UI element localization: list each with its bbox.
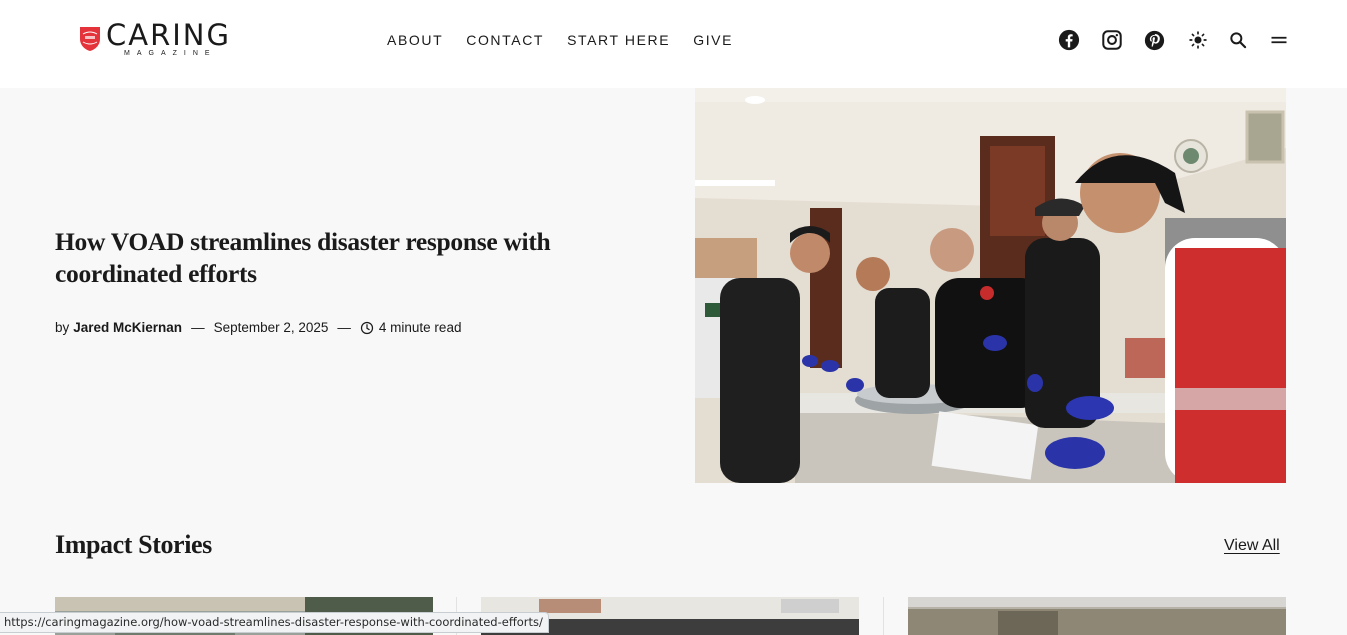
menu-icon[interactable]: [1267, 28, 1291, 52]
nav-about[interactable]: ABOUT: [380, 32, 443, 48]
view-all-link[interactable]: View All: [1224, 537, 1280, 555]
article-meta: by Jared McKiernan — September 2, 2025 —…: [55, 320, 461, 335]
publish-date: September 2, 2025: [213, 320, 329, 335]
read-time: 4 minute read: [378, 320, 462, 335]
hero-article-title[interactable]: How VOAD streamlines disaster response w…: [55, 226, 675, 290]
card-divider: [883, 597, 884, 635]
browser-status-url: https://caringmagazine.org/how-voad-stre…: [0, 612, 549, 633]
clock-icon: [360, 321, 374, 334]
section-title: Impact Stories: [55, 530, 212, 559]
sun-icon[interactable]: [1186, 28, 1210, 52]
nav-start-here[interactable]: START HERE: [560, 32, 670, 48]
salvation-army-shield-icon: [80, 27, 100, 51]
facebook-icon[interactable]: [1057, 28, 1081, 52]
search-icon[interactable]: [1226, 28, 1250, 52]
byline-prefix: by: [55, 320, 70, 335]
pinterest-icon[interactable]: [1142, 28, 1166, 52]
nav-give[interactable]: GIVE: [686, 32, 733, 48]
meta-separator: —: [191, 320, 205, 335]
author-link[interactable]: Jared McKiernan: [73, 320, 182, 335]
meta-separator: —: [337, 320, 351, 335]
site-logo[interactable]: CARING MAGAZINE: [78, 18, 258, 60]
instagram-icon[interactable]: [1100, 28, 1124, 52]
site-header: CARING MAGAZINE ABOUT CONTACT START HERE…: [0, 0, 1347, 88]
logo-wordmark: CARING: [106, 18, 231, 52]
hero-image[interactable]: [695, 88, 1286, 483]
nav-contact[interactable]: CONTACT: [459, 32, 544, 48]
main-nav: ABOUT CONTACT START HERE GIVE: [380, 32, 749, 48]
story-card-image[interactable]: [908, 597, 1286, 635]
logo-subtitle: MAGAZINE: [124, 50, 217, 57]
